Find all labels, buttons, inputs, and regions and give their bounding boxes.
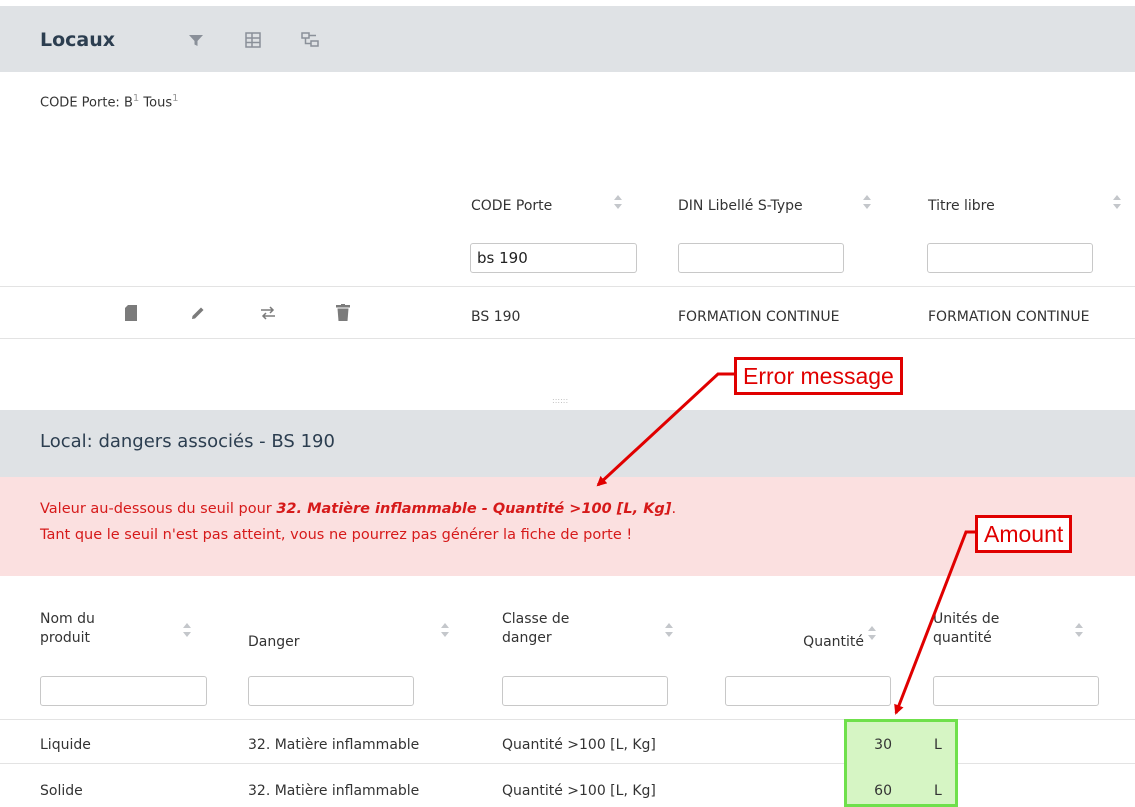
- error-message-callout: Error message: [734, 357, 903, 395]
- amount-arrow: [894, 530, 975, 715]
- annotation-arrows: [596, 372, 975, 715]
- amount-callout: Amount: [975, 515, 1073, 553]
- error-arrow: [596, 372, 735, 487]
